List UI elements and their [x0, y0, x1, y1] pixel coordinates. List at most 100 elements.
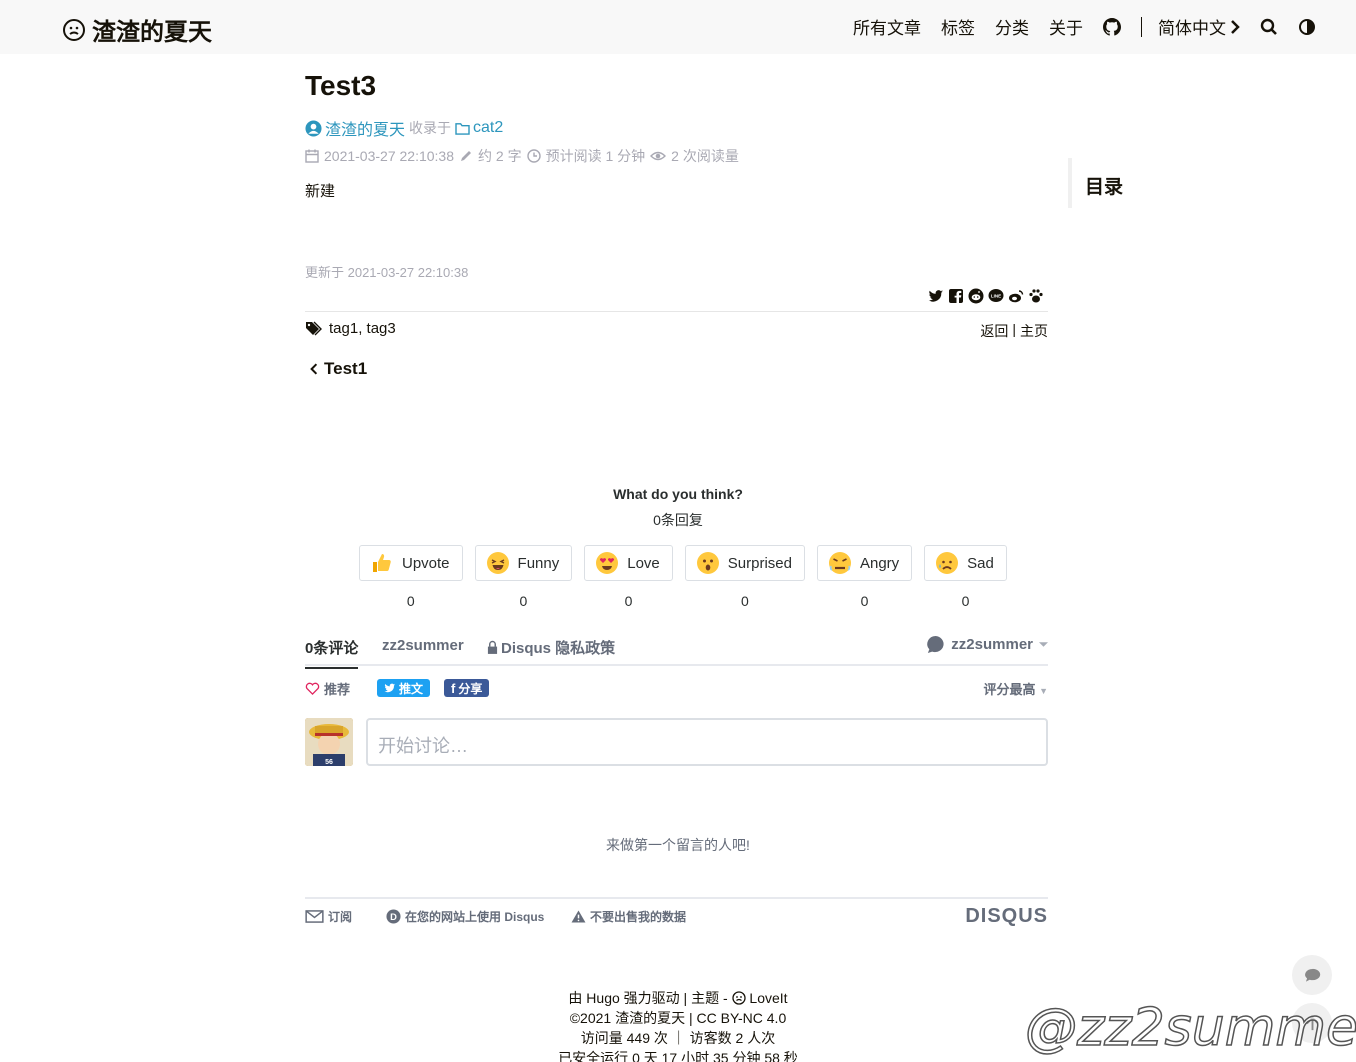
avatar[interactable]: 56 — [305, 718, 353, 766]
author-link[interactable]: 渣渣的夏天 — [305, 116, 405, 140]
baidu-paw-icon[interactable] — [1028, 288, 1044, 304]
user-circle-icon — [305, 119, 322, 137]
reaction-count: 0 — [860, 593, 869, 609]
post-tags: tag1, tag3 — [305, 320, 396, 337]
post-divider — [305, 311, 1048, 312]
main-nav: 所有文章 标签 分类 关于 简体中文 — [833, 14, 1316, 39]
prev-post-link[interactable]: Test1 — [310, 359, 367, 379]
do-not-sell-label: 不要出售我的数据 — [590, 910, 687, 924]
nav-tags[interactable]: 标签 — [941, 14, 975, 39]
disqus-tabs: 0条评论 zz2summer Disqus 隐私政策 zz2summer — [305, 634, 1048, 669]
disqus-username: zz2summer — [951, 636, 1033, 653]
subscribe-link[interactable]: 订阅 — [305, 908, 352, 925]
caret-down-icon — [1039, 641, 1048, 647]
tag-links[interactable]: tag1, tag3 — [329, 320, 396, 337]
surprised-button[interactable]: Surprised — [684, 545, 805, 581]
chevron-right-icon — [1231, 19, 1240, 34]
disqus-footer: 订阅 D 在您的网站上使用 Disqus 不要出售我的数据 DISQUS — [305, 897, 1048, 927]
tab-comments[interactable]: 0条评论 — [305, 637, 359, 669]
twitter-icon[interactable] — [928, 288, 944, 304]
theme-link[interactable]: LoveIt — [749, 990, 787, 1006]
sad-face-icon — [936, 552, 959, 574]
reply-count: 0条回复 — [653, 512, 703, 528]
warning-icon — [571, 910, 586, 923]
toc-title: 目录 — [1085, 177, 1124, 198]
eye-icon — [650, 151, 667, 161]
github-icon[interactable] — [1103, 17, 1121, 36]
recommend-button[interactable]: 推荐 — [305, 679, 350, 698]
nav-categories[interactable]: 分类 — [995, 14, 1029, 39]
comment-input[interactable]: 开始讨论… — [366, 718, 1048, 766]
laughing-face-icon — [486, 552, 509, 574]
privacy-label: Disqus 隐私政策 — [501, 640, 616, 657]
reaction-count: 0 — [519, 593, 528, 609]
lock-icon — [487, 640, 498, 654]
nav-all-posts[interactable]: 所有文章 — [853, 14, 921, 39]
folder-icon — [455, 122, 470, 135]
reaction-count: 0 — [624, 593, 633, 609]
empty-comments-message: 来做第一个留言的人吧! — [606, 837, 750, 853]
disqus-logo[interactable]: DISQUS — [965, 905, 1048, 928]
nav-about[interactable]: 关于 — [1049, 14, 1083, 39]
upvote-button[interactable]: Upvote — [359, 545, 463, 581]
post-meta-details: 2021-03-27 22:10:38 约 2 字 预计阅读 1 分钟 2 次阅… — [305, 146, 1048, 166]
tweet-label: 推文 — [399, 681, 424, 696]
logo-icon — [63, 18, 85, 41]
comment-float-button[interactable] — [1292, 955, 1332, 995]
reaction-count: 0 — [406, 593, 415, 609]
angry-button[interactable]: Angry — [816, 545, 913, 581]
reaction-count: 0 — [961, 593, 970, 609]
site-header: 渣渣的夏天 所有文章 标签 分类 关于 简体中文 — [0, 0, 1356, 54]
sort-label: 评分最高 — [983, 682, 1036, 697]
svg-text:LINE: LINE — [991, 293, 1001, 298]
share-bar: LINE — [928, 288, 1044, 304]
reaction-label: Funny — [517, 554, 560, 572]
reaction-label: Love — [627, 554, 660, 572]
theme-toggle-icon[interactable] — [1298, 18, 1316, 36]
reaction-sad: Sad 0 — [924, 545, 1007, 609]
post-title: Test3 — [305, 70, 377, 101]
search-icon[interactable] — [1260, 18, 1278, 36]
reaction-question: What do you think? — [613, 486, 743, 502]
reaction-upvote: Upvote 0 — [359, 545, 463, 609]
article: Test3 渣渣的夏天 收录于 cat2 2021-03-27 22:10:38… — [305, 70, 1048, 201]
category-name: cat2 — [473, 119, 504, 136]
language-switcher[interactable]: 简体中文 — [1158, 14, 1240, 39]
sad-button[interactable]: Sad — [924, 545, 1007, 581]
disqus-user-menu[interactable]: zz2summer — [926, 635, 1048, 654]
thumbs-up-icon — [373, 554, 391, 572]
comment-icon — [1304, 968, 1320, 982]
home-link[interactable]: 主页 — [1020, 321, 1048, 341]
facebook-icon[interactable] — [948, 288, 964, 304]
svg-text:56: 56 — [325, 759, 333, 766]
theme-logo-icon — [731, 991, 746, 1005]
reaction-angry: Angry 0 — [816, 545, 913, 609]
love-button[interactable]: Love — [584, 545, 673, 581]
sort-dropdown[interactable]: 评分最高 ▼ — [983, 679, 1048, 698]
disqus-actions: 推荐 推文 f 分享 评分最高 ▼ — [305, 677, 1048, 699]
site-logo[interactable]: 渣渣的夏天 — [62, 12, 212, 47]
prev-post-title: Test1 — [324, 359, 368, 378]
post-meta: 渣渣的夏天 收录于 cat2 — [305, 116, 1048, 140]
reddit-icon[interactable] — [968, 288, 984, 304]
weibo-icon[interactable] — [1008, 288, 1024, 304]
do-not-sell-link[interactable]: 不要出售我的数据 — [571, 908, 686, 925]
avatar-image: 56 — [305, 718, 353, 766]
line-icon[interactable]: LINE — [988, 288, 1004, 304]
tab-community[interactable]: zz2summer — [382, 637, 464, 654]
funny-button[interactable]: Funny — [474, 545, 573, 581]
category-link[interactable]: cat2 — [455, 119, 503, 137]
pencil-icon — [461, 151, 471, 161]
tags-icon — [306, 321, 322, 335]
tab-privacy[interactable]: Disqus 隐私政策 — [487, 637, 615, 658]
add-disqus-link[interactable]: D 在您的网站上使用 Disqus — [386, 908, 544, 925]
reaction-label: Upvote — [402, 554, 450, 572]
share-label: 分享 — [458, 681, 483, 696]
facebook-share-button[interactable]: f 分享 — [444, 679, 490, 697]
surprised-face-icon — [696, 552, 719, 574]
subscribe-label: 订阅 — [328, 910, 353, 924]
add-disqus-label: 在您的网站上使用 Disqus — [405, 910, 545, 924]
back-link[interactable]: 返回 — [980, 321, 1008, 341]
clock-icon — [526, 149, 541, 163]
tweet-button[interactable]: 推文 — [377, 679, 431, 697]
